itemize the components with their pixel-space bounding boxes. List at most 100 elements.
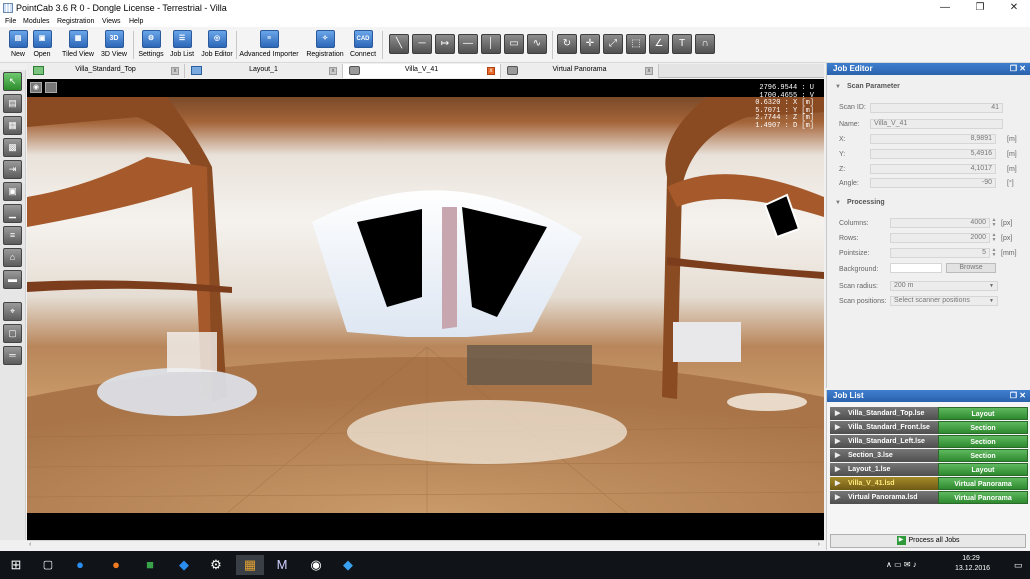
close-tab-icon[interactable]: x — [171, 67, 179, 75]
tiled-view-button[interactable]: ▦ Tiled View — [60, 28, 96, 62]
advanced-importer-button[interactable]: ≡ Advanced Importer — [238, 28, 300, 62]
job-row[interactable]: ▶ Villa_Standard_Left.lse Section — [830, 435, 1028, 448]
tab-villa-standard-top[interactable]: Villa_Standard_Top x — [27, 64, 185, 78]
new-button[interactable]: ▤ New — [6, 28, 30, 62]
z-field[interactable]: 4,1017 — [870, 164, 996, 174]
pan-tool-icon[interactable]: ▤ — [3, 94, 22, 113]
chart-app-icon[interactable]: ■ — [140, 555, 160, 575]
app-6-icon[interactable]: ● — [70, 555, 90, 575]
settings-gear-icon[interactable]: ⚙ — [206, 555, 226, 575]
taskbar-clock[interactable]: 16:29 13.12.2016 — [955, 555, 990, 572]
vertical-line-icon[interactable]: │ — [481, 34, 501, 54]
background-color-field[interactable] — [890, 263, 942, 273]
close-button[interactable]: ✕ — [997, 0, 1030, 16]
panel-pin-close-icon[interactable]: ❐ ✕ — [1010, 63, 1026, 75]
play-icon[interactable]: ▶ — [835, 435, 840, 448]
process-all-jobs-button[interactable]: ▶ Process all Jobs — [830, 534, 1026, 548]
rows-stepper-icon[interactable]: ▲ ▼ — [991, 233, 997, 243]
job-editor-button[interactable]: ◎ Job Editor — [200, 28, 234, 62]
target-tool-icon[interactable]: ⌖ — [3, 302, 22, 321]
x-field[interactable]: 8,9891 — [870, 134, 996, 144]
rectangle-tool-icon[interactable]: ▭ — [504, 34, 524, 54]
close-tab-icon[interactable]: x — [329, 67, 337, 75]
angle-field[interactable]: -90 — [870, 178, 996, 188]
notification-icon[interactable]: ▭ — [1014, 560, 1023, 571]
scan-id-field[interactable]: 41 — [870, 103, 1003, 113]
rotate-tool-icon[interactable]: ↻ — [557, 34, 577, 54]
section-tool-icon[interactable]: ▬ — [3, 270, 22, 289]
angle-tool-icon[interactable]: ∠ — [649, 34, 669, 54]
scroll-right-icon[interactable]: › — [818, 541, 820, 548]
eye-icon[interactable]: ◉ — [30, 82, 42, 93]
maximize-button[interactable]: ❐ — [963, 0, 997, 16]
point-cloud-panorama[interactable] — [27, 97, 824, 513]
explorer-app-icon[interactable]: ◆ — [338, 555, 358, 575]
shape-tool-icon[interactable]: ∩ — [695, 34, 715, 54]
split-tool-icon[interactable]: ═ — [3, 346, 22, 365]
pointsize-stepper-icon[interactable]: ▲ ▼ — [991, 248, 997, 258]
windows-start-icon[interactable]: ⊞ — [6, 555, 26, 575]
system-tray-icons[interactable]: ∧ ▭ ✉ ♪ — [886, 560, 917, 569]
tab-virtual-panorama[interactable]: Virtual Panorama x — [501, 64, 659, 78]
y-field[interactable]: 5,4916 — [870, 149, 996, 159]
rows-field[interactable]: 2000 — [890, 233, 990, 243]
open-button[interactable]: ▣ Open — [30, 28, 54, 62]
settings-button[interactable]: ⚙ Settings — [137, 28, 165, 62]
horizontal-line-icon[interactable]: — — [458, 34, 478, 54]
play-icon[interactable]: ▶ — [835, 421, 840, 434]
job-row[interactable]: ▶ Villa_Standard_Top.lse Layout — [830, 407, 1028, 420]
task-view-icon[interactable]: ▢ — [38, 555, 58, 575]
curve-tool-icon[interactable]: ∿ — [527, 34, 547, 54]
play-icon[interactable]: ▶ — [835, 477, 840, 490]
job-row[interactable]: ▶ Layout_1.lse Layout — [830, 463, 1028, 476]
crop-tool-icon[interactable]: ⬚ — [626, 34, 646, 54]
connect-button[interactable]: CAD Connect — [349, 28, 377, 62]
play-icon[interactable]: ▶ — [835, 491, 840, 504]
overlay-toggle-icon[interactable] — [45, 82, 57, 93]
menu-help[interactable]: Help — [129, 16, 143, 27]
play-icon[interactable]: ▶ — [835, 449, 840, 462]
record-app-icon[interactable]: ◉ — [306, 555, 326, 575]
columns-stepper-icon[interactable]: ▲ ▼ — [991, 218, 997, 228]
app-icon[interactable]: ◆ — [174, 555, 194, 575]
close-tab-icon[interactable]: x — [645, 67, 653, 75]
chart-tool-icon[interactable]: ▁ — [3, 204, 22, 223]
pointcab-taskbar-icon[interactable]: ▦ — [236, 555, 264, 575]
line-tool-icon[interactable]: ─ — [412, 34, 432, 54]
job-row[interactable]: ▶ Section_3.lse Section — [830, 449, 1028, 462]
frame-tool-icon[interactable]: ▢ — [3, 324, 22, 343]
play-icon[interactable]: ▶ — [835, 407, 840, 420]
m-app-icon[interactable]: M — [272, 555, 292, 575]
grid-tool-icon[interactable]: ▩ — [3, 138, 22, 157]
job-list-button[interactable]: ☰ Job List — [168, 28, 196, 62]
polyline-tool-icon[interactable]: ╲ — [389, 34, 409, 54]
firefox-icon[interactable]: ● — [106, 555, 126, 575]
menu-registration[interactable]: Registration — [57, 16, 94, 27]
close-tab-icon[interactable]: x — [487, 67, 495, 75]
job-row[interactable]: ▶ Villa_Standard_Front.lse Section — [830, 421, 1028, 434]
tab-layout-1[interactable]: Layout_1 x — [185, 64, 343, 78]
scale-tool-icon[interactable]: ⤢ — [603, 34, 623, 54]
3d-view-button[interactable]: 3D 3D View — [99, 28, 129, 62]
pointsize-field[interactable]: 5 — [890, 248, 990, 258]
tab-villa-v-41[interactable]: Villa_V_41 x — [343, 64, 501, 78]
scan-radius-select[interactable]: 200 m — [890, 281, 998, 291]
browse-button[interactable]: Browse — [946, 263, 996, 273]
panorama-viewport[interactable]: ◉ 2796.9544: U 1700.4655: V 0.6320: X… — [27, 79, 824, 540]
stack-tool-icon[interactable]: ≡ — [3, 226, 22, 245]
job-row-selected[interactable]: ▶ Villa_V_41.lsd Virtual Panorama — [830, 477, 1028, 490]
play-icon[interactable]: ▶ — [835, 463, 840, 476]
cube-view-icon[interactable]: ▣ — [3, 182, 22, 201]
panel-pin-close-icon[interactable]: ❐ ✕ — [1010, 390, 1026, 402]
text-tool-icon[interactable]: T — [672, 34, 692, 54]
job-row[interactable]: ▶ Virtual Panorama.lsd Virtual Panorama — [830, 491, 1028, 504]
registration-button[interactable]: ✧ Registration — [305, 28, 345, 62]
move-tool-icon[interactable]: ✛ — [580, 34, 600, 54]
name-field[interactable]: Villa_V_41 — [870, 119, 1003, 129]
scroll-left-icon[interactable]: ‹ — [29, 541, 31, 548]
scan-positions-select[interactable]: Select scanner positions — [890, 296, 998, 306]
measure-tool-icon[interactable]: ⇥ — [3, 160, 22, 179]
minimize-button[interactable]: — — [928, 0, 962, 16]
processing-section[interactable]: ▼ Processing — [835, 199, 885, 206]
horizontal-scrollbar[interactable]: ‹ › — [27, 540, 824, 550]
